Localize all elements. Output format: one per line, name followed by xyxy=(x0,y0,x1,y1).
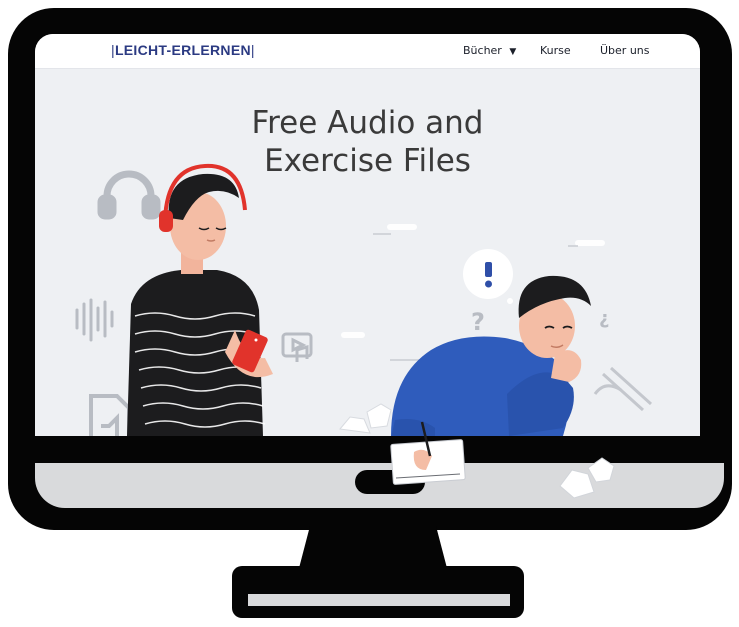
headphones-icon xyxy=(97,170,161,220)
crumpled-paper-icon xyxy=(559,457,615,499)
video-music-icon xyxy=(281,332,313,362)
svg-text:?: ? xyxy=(471,308,485,336)
monitor-stand-base-highlight xyxy=(248,594,510,606)
exclamation-bubble-icon xyxy=(463,249,513,304)
notepad-icon xyxy=(390,421,466,485)
svg-text:¿: ¿ xyxy=(599,308,609,329)
hero-illustration: ? ¿ xyxy=(75,163,653,436)
sound-wave-icon xyxy=(75,298,114,342)
website-screen: |LEICHT-ERLERNEN| Bücher ▼ Kurse Über un… xyxy=(35,34,700,436)
audio-file-icon xyxy=(89,394,131,436)
monitor-stand-base xyxy=(232,566,524,618)
pencil-icon xyxy=(593,366,653,412)
